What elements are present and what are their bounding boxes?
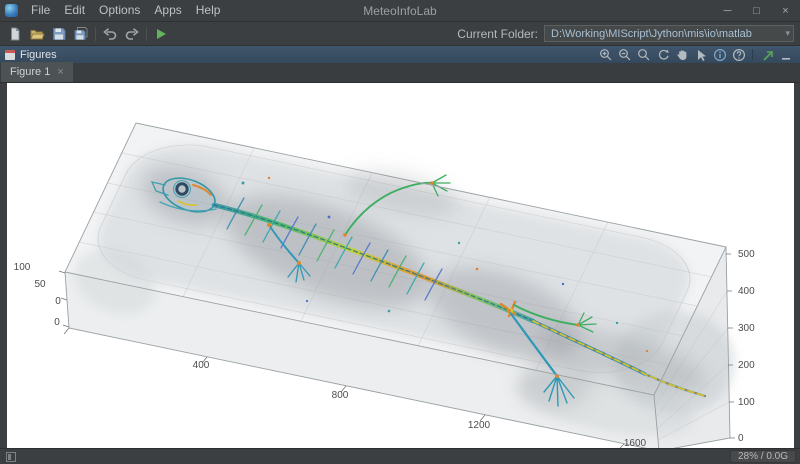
maximize-icon: □	[753, 5, 760, 17]
open-folder-button[interactable]	[26, 24, 48, 44]
run-button[interactable]	[150, 24, 172, 44]
maximize-button[interactable]: □	[742, 0, 771, 21]
select-arrow-icon	[694, 48, 708, 62]
statusbar: 28% / 0.0G	[0, 448, 800, 464]
figure-tabbar: Figure 1 ×	[0, 63, 800, 83]
figures-panel-header: Figures	[0, 46, 800, 63]
save-icon	[51, 26, 67, 42]
tab-label: Figure 1	[10, 66, 50, 78]
memory-indicator[interactable]: 28% / 0.0G	[730, 450, 796, 463]
tab-figure-1[interactable]: Figure 1 ×	[1, 62, 73, 82]
run-icon	[153, 26, 169, 42]
float-icon	[760, 48, 774, 62]
help-button[interactable]	[730, 47, 747, 62]
info-icon	[713, 48, 727, 62]
x-tick-label: 0	[54, 317, 60, 328]
figure-3d-plot[interactable]: 0 400 800 1200 1600 100 50 0 0 100 200 3…	[7, 83, 794, 448]
current-folder-label: Current Folder:	[457, 27, 538, 41]
right-tick-label: 400	[738, 286, 755, 297]
float-panel-button[interactable]	[758, 47, 775, 62]
toolbar-separator	[146, 27, 147, 41]
redo-button[interactable]	[121, 24, 143, 44]
x-tick-label: 400	[193, 360, 210, 371]
zoom-out-icon	[618, 48, 632, 62]
toolwindow-toggle-icon[interactable]	[6, 452, 16, 462]
x-tick-label: 1200	[468, 420, 491, 431]
right-tick-label: 500	[738, 249, 755, 260]
rotate-icon	[656, 48, 670, 62]
zoom-free-icon	[637, 48, 651, 62]
menu-options[interactable]: Options	[92, 0, 147, 21]
main-toolbar: Current Folder: D:\Working\MIScript\Jyth…	[0, 22, 800, 46]
select-button[interactable]	[692, 47, 709, 62]
minimize-button[interactable]: ─	[713, 0, 742, 21]
left-axis-labels: 100 50 0	[14, 262, 62, 307]
right-tick-label: 200	[738, 360, 755, 371]
toolbar-separator	[95, 27, 96, 41]
x-tick-label: 800	[332, 390, 349, 401]
save-all-icon	[73, 26, 89, 42]
right-axis-labels: 0 100 200 300 400 500	[738, 249, 755, 444]
undo-button[interactable]	[99, 24, 121, 44]
zoom-free-button[interactable]	[635, 47, 652, 62]
minimize-icon: ─	[724, 5, 732, 17]
menu-help[interactable]: Help	[189, 0, 228, 21]
pan-hand-icon	[675, 48, 689, 62]
figures-header-separator	[752, 49, 753, 60]
close-icon: ×	[782, 5, 788, 17]
minimize-panel-button[interactable]	[777, 47, 794, 62]
tab-close-icon[interactable]: ×	[57, 67, 63, 78]
menu-apps[interactable]: Apps	[147, 0, 188, 21]
menu-edit[interactable]: Edit	[57, 0, 92, 21]
menu-file[interactable]: File	[24, 0, 57, 21]
folder-dropdown-icon[interactable]: ▾	[785, 28, 790, 39]
new-file-icon	[7, 26, 23, 42]
undo-icon	[102, 26, 118, 42]
figure-content-area: 0 400 800 1200 1600 100 50 0 0 100 200 3…	[0, 83, 800, 448]
x-tick-label: 1600	[624, 438, 647, 448]
right-tick-label: 100	[738, 397, 755, 408]
save-all-button[interactable]	[70, 24, 92, 44]
zoom-in-icon	[599, 48, 613, 62]
titlebar: File Edit Options Apps Help MeteoInfoLab…	[0, 0, 800, 22]
window-controls: ─ □ ×	[713, 0, 800, 21]
left-tick-label: 100	[14, 262, 31, 273]
zoom-in-button[interactable]	[597, 47, 614, 62]
redo-icon	[124, 26, 140, 42]
close-button[interactable]: ×	[771, 0, 800, 21]
left-tick-label: 50	[34, 279, 46, 290]
figures-panel-title: Figures	[20, 49, 57, 61]
minimize-panel-icon	[779, 48, 793, 62]
open-folder-icon	[29, 26, 45, 42]
save-button[interactable]	[48, 24, 70, 44]
pan-button[interactable]	[673, 47, 690, 62]
current-folder-path: D:\Working\MIScript\Jython\mis\io\matlab	[551, 28, 752, 40]
current-folder-input[interactable]: D:\Working\MIScript\Jython\mis\io\matlab…	[544, 25, 794, 42]
main-window: File Edit Options Apps Help MeteoInfoLab…	[0, 0, 800, 464]
figures-panel-icon	[5, 50, 15, 60]
rotate-button[interactable]	[654, 47, 671, 62]
zoom-out-button[interactable]	[616, 47, 633, 62]
right-tick-label: 0	[738, 433, 744, 444]
right-tick-label: 300	[738, 323, 755, 334]
menu-bar: File Edit Options Apps Help	[24, 0, 227, 21]
info-button[interactable]	[711, 47, 728, 62]
new-file-button[interactable]	[4, 24, 26, 44]
help-icon	[732, 48, 746, 62]
left-tick-label: 0	[55, 296, 61, 307]
